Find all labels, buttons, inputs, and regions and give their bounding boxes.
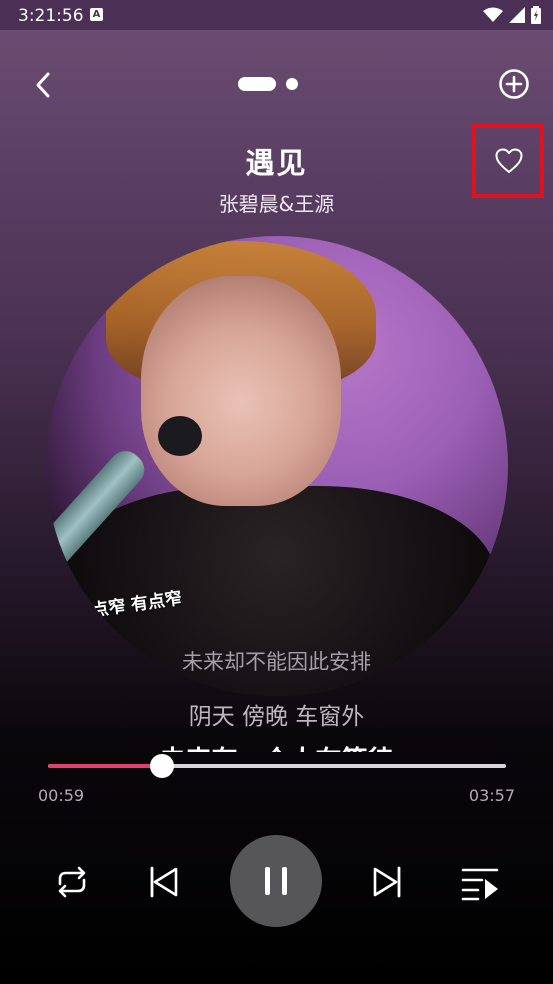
battery-icon bbox=[531, 6, 541, 24]
progress-thumb[interactable] bbox=[149, 754, 174, 778]
cover-art-shape bbox=[141, 276, 341, 506]
song-title: 遇见 bbox=[245, 146, 308, 180]
playlist-button[interactable] bbox=[460, 864, 500, 902]
circle-plus-icon bbox=[499, 69, 529, 99]
page-indicator-dot[interactable] bbox=[286, 78, 298, 90]
cover-art-shape bbox=[158, 416, 202, 456]
wifi-icon bbox=[483, 7, 503, 22]
favorite-button[interactable] bbox=[472, 124, 544, 198]
lyric-line-next[interactable]: 阴天 傍晚 车窗外 bbox=[0, 697, 553, 731]
page-indicator bbox=[238, 77, 298, 91]
status-time: 3:21:56 bbox=[18, 6, 84, 26]
chevron-left-icon bbox=[36, 72, 50, 98]
repeat-button[interactable] bbox=[52, 862, 92, 902]
heart-outline-icon bbox=[495, 148, 523, 173]
back-button[interactable] bbox=[28, 67, 60, 103]
notification-icon: A bbox=[90, 8, 103, 21]
song-artist[interactable]: 张碧晨&王源 bbox=[0, 188, 553, 217]
progress-bar[interactable] bbox=[48, 754, 506, 778]
skip-previous-icon bbox=[150, 866, 178, 898]
progress-fill bbox=[48, 764, 162, 768]
lyric-line-following[interactable]: 未来有一个人在等待 bbox=[0, 740, 553, 752]
previous-button[interactable] bbox=[145, 862, 183, 902]
lyric-line-current[interactable]: 未来却不能因此安排 bbox=[0, 646, 553, 676]
skip-next-icon bbox=[373, 866, 401, 898]
cell-signal-icon bbox=[509, 7, 525, 23]
page-indicator-dot-active[interactable] bbox=[238, 77, 276, 91]
total-time: 03:57 bbox=[468, 786, 515, 805]
repeat-icon bbox=[58, 866, 86, 898]
playlist-icon bbox=[461, 868, 499, 901]
current-time: 00:59 bbox=[38, 786, 85, 805]
album-cover[interactable]: 有点窄 有点窄 bbox=[46, 236, 508, 696]
pause-icon bbox=[265, 867, 287, 895]
add-to-playlist-button[interactable] bbox=[497, 67, 531, 101]
status-bar: 3:21:56 A bbox=[0, 0, 553, 30]
lyric-line-following-clip: 未来有一个人在等待 bbox=[0, 740, 553, 752]
next-button[interactable] bbox=[368, 862, 406, 902]
status-icons bbox=[483, 5, 541, 25]
play-pause-button[interactable] bbox=[230, 835, 322, 927]
